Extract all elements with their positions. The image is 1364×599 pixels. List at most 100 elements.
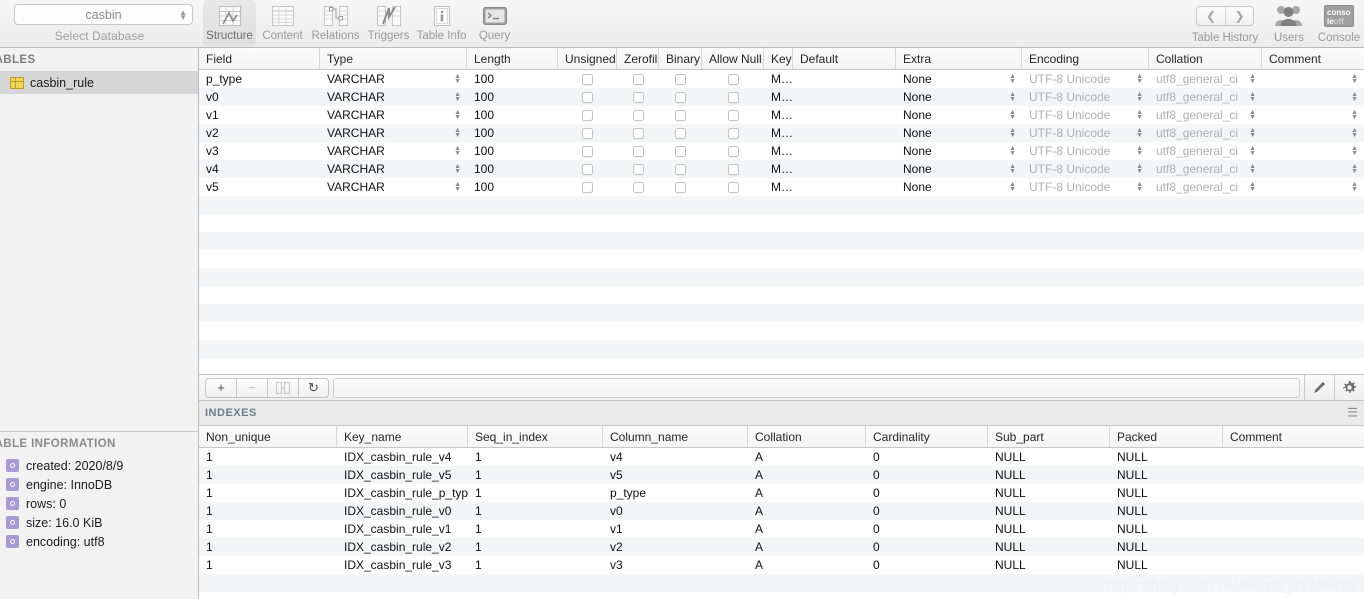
cell-extra[interactable]: None ▲ ▼: [896, 178, 1022, 196]
cell-extra[interactable]: None ▲ ▼: [896, 106, 1022, 124]
cell-collation[interactable]: utf8_general_ci ▲ ▼: [1149, 142, 1262, 160]
updown-stepper-icon[interactable]: ▲ ▼: [1351, 127, 1358, 139]
cell-binary[interactable]: [659, 124, 702, 142]
cell-type[interactable]: VARCHAR ▲ ▼: [320, 178, 467, 196]
cell-key[interactable]: M…: [764, 142, 793, 160]
structure-col-length[interactable]: Length: [467, 48, 558, 69]
cell-comment[interactable]: ▲ ▼: [1262, 142, 1364, 160]
index-row[interactable]: 1 IDX_casbin_rule_v4 1 v4 A 0 NULL NULL: [199, 448, 1364, 466]
checkbox-unsigned[interactable]: [582, 73, 593, 85]
hamburger-menu-icon[interactable]: ☰: [1347, 407, 1358, 419]
index-row[interactable]: 1 IDX_casbin_rule_v3 1 v3 A 0 NULL NULL: [199, 556, 1364, 574]
cell-binary[interactable]: [659, 142, 702, 160]
checkbox-zerofill[interactable]: [632, 163, 644, 175]
cell-field[interactable]: v3: [199, 142, 320, 160]
cell-encoding[interactable]: UTF-8 Unicode ▲ ▼: [1022, 124, 1149, 142]
index-row[interactable]: 1 IDX_casbin_rule_v5 1 v5 A 0 NULL NULL: [199, 466, 1364, 484]
cell-extra[interactable]: None ▲ ▼: [896, 124, 1022, 142]
cell-field[interactable]: v0: [199, 88, 320, 106]
table-row[interactable]: v5 VARCHAR ▲ ▼ 100 M… None ▲ ▼ UTF-8 Unicode ▲ ▼ utf…: [199, 178, 1364, 196]
cell-key[interactable]: M…: [764, 124, 793, 142]
cell-zerofill[interactable]: [617, 106, 659, 124]
checkbox-allow_null[interactable]: [727, 181, 739, 193]
cell-extra[interactable]: None ▲ ▼: [896, 88, 1022, 106]
cell-length[interactable]: 100: [467, 106, 558, 124]
cell-binary[interactable]: [659, 88, 702, 106]
cell-default[interactable]: [793, 142, 896, 160]
cell-encoding[interactable]: UTF-8 Unicode ▲ ▼: [1022, 160, 1149, 178]
cell-key[interactable]: M…: [764, 178, 793, 196]
checkbox-allow_null[interactable]: [727, 73, 739, 85]
cell-encoding[interactable]: UTF-8 Unicode ▲ ▼: [1022, 88, 1149, 106]
updown-stepper-icon[interactable]: ▲ ▼: [1351, 163, 1358, 175]
indexes-col-column_name[interactable]: Column_name: [603, 426, 748, 447]
cell-allow_null[interactable]: [702, 88, 764, 106]
index-row[interactable]: 1 IDX_casbin_rule_v1 1 v1 A 0 NULL NULL: [199, 520, 1364, 538]
gear-icon[interactable]: [1334, 375, 1364, 400]
cell-zerofill[interactable]: [617, 88, 659, 106]
table-row[interactable]: p_type VARCHAR ▲ ▼ 100 M… None ▲ ▼ UTF-8 Unicode ▲…: [199, 70, 1364, 88]
structure-col-unsigned[interactable]: Unsigned: [558, 48, 617, 69]
updown-stepper-icon[interactable]: ▲ ▼: [1249, 145, 1256, 157]
checkbox-binary[interactable]: [675, 163, 686, 175]
structure-col-comment[interactable]: Comment: [1262, 48, 1364, 69]
updown-stepper-icon[interactable]: ▲ ▼: [1136, 109, 1143, 121]
updown-stepper-icon[interactable]: ▲ ▼: [1351, 109, 1358, 121]
cell-type[interactable]: VARCHAR ▲ ▼: [320, 142, 467, 160]
cell-default[interactable]: [793, 178, 896, 196]
structure-col-key[interactable]: Key: [764, 48, 793, 69]
cell-encoding[interactable]: UTF-8 Unicode ▲ ▼: [1022, 178, 1149, 196]
cell-binary[interactable]: [659, 106, 702, 124]
tab-structure[interactable]: Structure: [203, 0, 256, 46]
index-row[interactable]: 1 IDX_casbin_rule_p_type 1 p_type A 0 NULL NULL: [199, 484, 1364, 502]
updown-stepper-icon[interactable]: ▲ ▼: [454, 73, 461, 85]
table-row[interactable]: v2 VARCHAR ▲ ▼ 100 M… None ▲ ▼ UTF-8 Unicode ▲ ▼ utf…: [199, 124, 1364, 142]
cell-allow_null[interactable]: [702, 178, 764, 196]
updown-stepper-icon[interactable]: ▲ ▼: [454, 127, 461, 139]
cell-allow_null[interactable]: [702, 70, 764, 88]
checkbox-zerofill[interactable]: [632, 145, 644, 157]
updown-stepper-icon[interactable]: ▲ ▼: [1351, 145, 1358, 157]
chevron-right-icon[interactable]: ❯: [1225, 6, 1253, 25]
cell-key[interactable]: M…: [764, 88, 793, 106]
cell-unsigned[interactable]: [558, 124, 617, 142]
cell-comment[interactable]: ▲ ▼: [1262, 106, 1364, 124]
cell-collation[interactable]: utf8_general_ci ▲ ▼: [1149, 160, 1262, 178]
tab-triggers[interactable]: Triggers: [362, 0, 415, 46]
structure-col-extra[interactable]: Extra: [896, 48, 1022, 69]
updown-stepper-icon[interactable]: ▲ ▼: [1351, 91, 1358, 103]
cell-type[interactable]: VARCHAR ▲ ▼: [320, 106, 467, 124]
cell-type[interactable]: VARCHAR ▲ ▼: [320, 124, 467, 142]
cell-comment[interactable]: ▲ ▼: [1262, 124, 1364, 142]
table-row[interactable]: v1 VARCHAR ▲ ▼ 100 M… None ▲ ▼ UTF-8 Unicode ▲ ▼ utf…: [199, 106, 1364, 124]
cell-key[interactable]: M…: [764, 160, 793, 178]
updown-stepper-icon[interactable]: ▲ ▼: [1249, 181, 1256, 193]
updown-stepper-icon[interactable]: ▲ ▼: [1136, 181, 1143, 193]
cell-comment[interactable]: ▲ ▼: [1262, 178, 1364, 196]
cell-unsigned[interactable]: [558, 142, 617, 160]
table-row[interactable]: v4 VARCHAR ▲ ▼ 100 M… None ▲ ▼ UTF-8 Unicode ▲ ▼ utf…: [199, 160, 1364, 178]
updown-stepper-icon[interactable]: ▲ ▼: [1249, 73, 1256, 85]
cell-extra[interactable]: None ▲ ▼: [896, 142, 1022, 160]
cell-field[interactable]: p_type: [199, 70, 320, 88]
tab-content[interactable]: Content: [256, 0, 309, 46]
cell-length[interactable]: 100: [467, 70, 558, 88]
updown-stepper-icon[interactable]: ▲ ▼: [1136, 73, 1143, 85]
cell-unsigned[interactable]: [558, 160, 617, 178]
updown-stepper-icon[interactable]: ▲ ▼: [1136, 91, 1143, 103]
updown-stepper-icon[interactable]: ▲ ▼: [454, 91, 461, 103]
remove-field-button[interactable]: −: [236, 377, 267, 398]
sidebar-item-casbin-rule[interactable]: casbin_rule: [0, 71, 198, 94]
updown-stepper-icon[interactable]: ▲ ▼: [1009, 127, 1016, 139]
indexes-col-comment[interactable]: Comment: [1223, 426, 1364, 447]
checkbox-unsigned[interactable]: [582, 91, 593, 103]
checkbox-zerofill[interactable]: [632, 73, 644, 85]
updown-stepper-icon[interactable]: ▲ ▼: [454, 181, 461, 193]
checkbox-unsigned[interactable]: [582, 145, 593, 157]
cell-unsigned[interactable]: [558, 70, 617, 88]
cell-binary[interactable]: [659, 70, 702, 88]
structure-col-default[interactable]: Default: [793, 48, 896, 69]
cell-unsigned[interactable]: [558, 178, 617, 196]
indexes-col-sub_part[interactable]: Sub_part: [988, 426, 1110, 447]
cell-default[interactable]: [793, 70, 896, 88]
